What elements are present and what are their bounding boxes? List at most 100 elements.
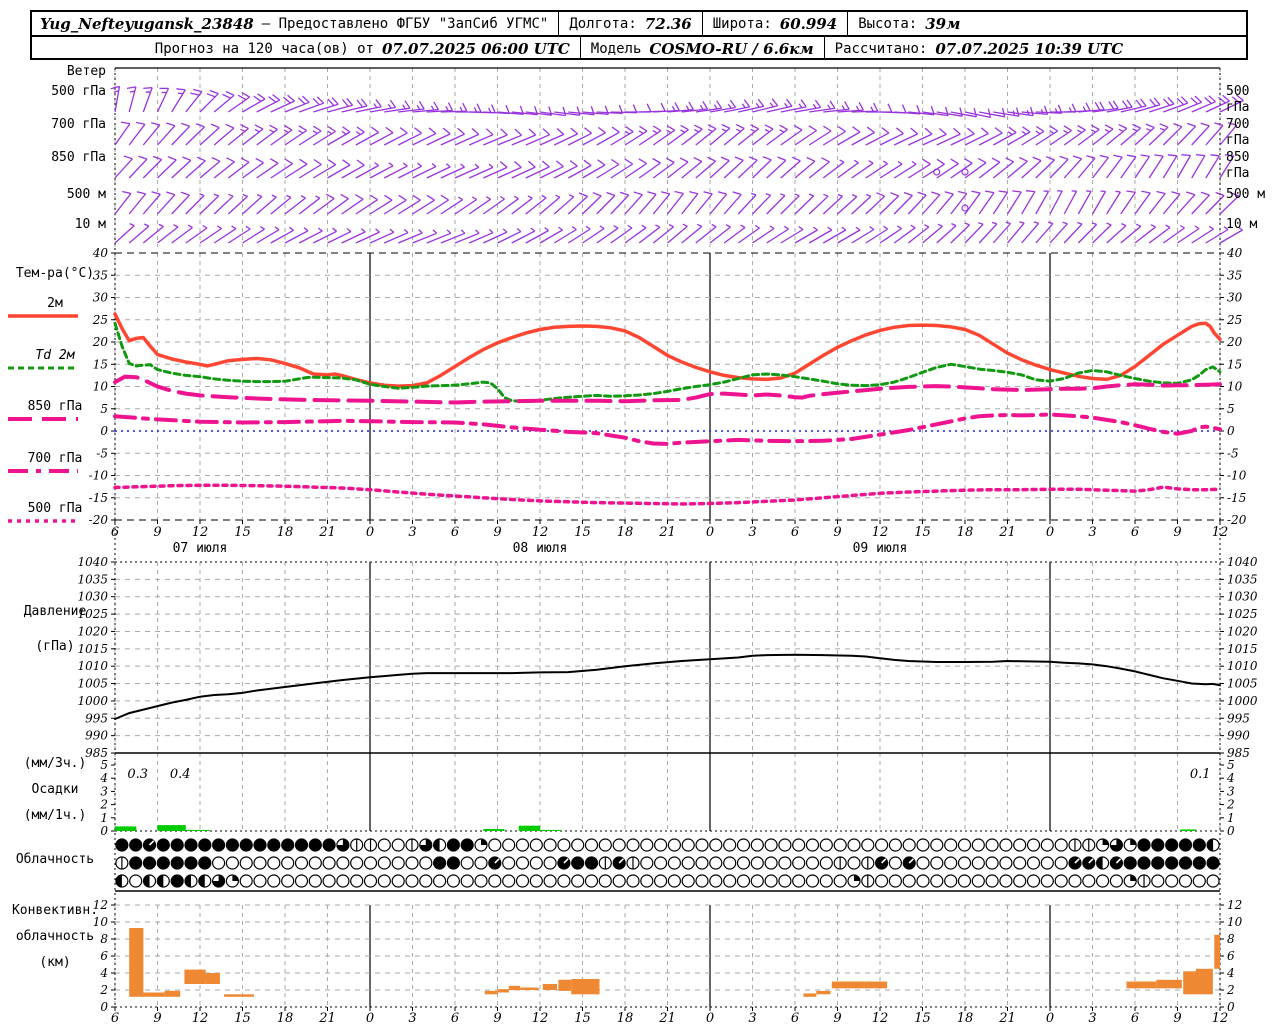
svg-text:995: 995 — [85, 711, 108, 725]
svg-text:6: 6 — [1131, 1011, 1139, 1024]
wind-panel-title: Ветер — [66, 64, 106, 79]
pressure-panel-units: (гПа) — [35, 639, 75, 654]
svg-text:3: 3 — [748, 525, 756, 540]
svg-text:18: 18 — [277, 525, 294, 540]
wind-level-label-850hpa-right: 850 гПа — [1226, 150, 1250, 181]
precip-panel-title: Осадки — [31, 782, 79, 797]
svg-text:1: 1 — [1227, 811, 1235, 825]
wind-level-label-700hpa-right: 700 гПа — [1226, 117, 1250, 148]
svg-text:0: 0 — [100, 424, 108, 438]
svg-text:1040: 1040 — [77, 555, 108, 569]
divider — [823, 37, 825, 60]
run-time-value: 07.07.2025 06:00 UTC — [381, 39, 570, 58]
altitude-value: 39м — [925, 14, 961, 33]
svg-text:40: 40 — [92, 246, 109, 260]
svg-text:2: 2 — [1226, 983, 1235, 997]
svg-text:0: 0 — [706, 1011, 714, 1024]
svg-text:21: 21 — [998, 525, 1016, 540]
svg-text:6: 6 — [1227, 949, 1235, 963]
svg-text:40: 40 — [1226, 246, 1243, 260]
svg-text:1000: 1000 — [77, 694, 108, 708]
svg-text:1005: 1005 — [1227, 677, 1258, 691]
svg-text:1030: 1030 — [1227, 590, 1258, 604]
legend-label-t850: 850 гПа — [27, 399, 83, 414]
latitude-value: 60.994 — [779, 14, 838, 33]
header-row-2: Прогноз на 120 часа(ов) от 07.07.2025 06… — [32, 37, 1246, 60]
svg-text:6: 6 — [111, 525, 119, 540]
longitude-label: Долгота: — [569, 15, 637, 32]
svg-text:1010: 1010 — [77, 659, 108, 673]
svg-text:12: 12 — [192, 1011, 209, 1024]
svg-text:8: 8 — [1227, 932, 1235, 946]
conv-panel-title-2: облачность — [15, 929, 95, 944]
svg-text:12: 12 — [1212, 525, 1229, 540]
svg-text:15: 15 — [914, 1011, 931, 1024]
altitude-label: Высота: — [858, 15, 918, 32]
svg-text:-5: -5 — [1227, 446, 1239, 460]
svg-text:-15: -15 — [1227, 491, 1246, 505]
svg-text:12: 12 — [872, 525, 889, 540]
provider-label: — Предоставлено ФГБУ "ЗапСиб УГМС" — [261, 15, 549, 32]
divider — [701, 12, 703, 35]
svg-text:990: 990 — [1227, 729, 1250, 743]
wind-level-label-500hpa-right: 500 гПа — [1226, 84, 1250, 115]
legend-label-t2m: 2м — [47, 296, 63, 311]
wind-level-label-10m: 10 м — [74, 217, 106, 232]
svg-text:20: 20 — [1226, 335, 1243, 349]
precip-units-3h: (мм/3ч.) — [23, 756, 87, 771]
calc-time-value: 07.07.2025 10:39 UTC — [935, 39, 1124, 58]
svg-text:18: 18 — [957, 1011, 974, 1024]
chart-canvas: -20 -20-15 -15-10 -10-5 -50 05 510 1015 1520 2025… — [8, 67, 1258, 1024]
svg-text:-10: -10 — [89, 469, 109, 483]
svg-text:21: 21 — [318, 525, 336, 540]
chart-graphics: -20 -20-15 -15-10 -10-5 -50 05 510 1015 1520 2025… — [8, 67, 1258, 1024]
svg-text:0.1: 0.1 — [1190, 767, 1211, 782]
svg-text:9: 9 — [493, 525, 501, 540]
meteogram: -20 -20 -15 -15 -10 -10 -5 -5 0 0 5 5 10 10 15 15 20 20 25… — [0, 0, 1280, 1024]
calc-label: Рассчитано: — [834, 40, 928, 57]
svg-text:3: 3 — [1227, 784, 1235, 798]
svg-text:0: 0 — [1227, 424, 1235, 438]
svg-text:-20: -20 — [1227, 513, 1247, 527]
svg-text:1040: 1040 — [1227, 555, 1258, 569]
svg-text:6: 6 — [451, 525, 459, 540]
wind-level-label-10m-right: 10 м — [1226, 217, 1258, 232]
svg-text:2: 2 — [99, 983, 108, 997]
station-name: Yug_Nefteyugansk_23848 — [40, 14, 254, 33]
svg-text:15: 15 — [1227, 357, 1242, 371]
svg-text:21: 21 — [658, 1011, 676, 1024]
svg-text:10: 10 — [1227, 915, 1243, 929]
svg-text:10: 10 — [93, 380, 109, 394]
svg-text:0: 0 — [1046, 525, 1054, 540]
svg-text:15: 15 — [234, 525, 251, 540]
svg-text:15: 15 — [914, 525, 931, 540]
wind-level-label-500m-right: 500 м — [1226, 187, 1266, 202]
svg-text:4: 4 — [1226, 771, 1235, 785]
svg-text:09 июля: 09 июля — [853, 541, 908, 556]
svg-text:15: 15 — [574, 1011, 591, 1024]
svg-text:2: 2 — [1226, 798, 1235, 812]
svg-text:1035: 1035 — [1227, 572, 1258, 586]
forecast-label: Прогноз на 120 часа(ов) от — [154, 40, 374, 57]
cloud-panel-title: Облачность — [15, 852, 95, 867]
svg-text:1015: 1015 — [1227, 642, 1258, 656]
svg-text:3: 3 — [408, 1011, 416, 1024]
svg-text:9: 9 — [153, 525, 161, 540]
longitude-value: 72.36 — [644, 14, 692, 33]
svg-text:1020: 1020 — [1227, 624, 1258, 638]
svg-text:5: 5 — [1227, 758, 1235, 772]
conv-panel-title-3: (км) — [39, 955, 71, 970]
svg-text:9: 9 — [833, 525, 841, 540]
svg-text:3: 3 — [408, 525, 416, 540]
wind-level-label-850hpa: 850 гПа — [51, 150, 106, 165]
svg-text:18: 18 — [617, 1011, 634, 1024]
pressure-panel-title: Давление — [23, 604, 87, 619]
model-value: COSMO-RU / 6.6км — [649, 39, 814, 58]
header-box: Yug_Nefteyugansk_23848 — Предоставлено Ф… — [30, 10, 1248, 60]
conv-panel-title-1: Конвективн. — [11, 903, 99, 918]
wind-level-label-500m: 500 м — [66, 187, 106, 202]
svg-text:08 июля: 08 июля — [513, 541, 568, 556]
header-row-1: Yug_Nefteyugansk_23848 — Предоставлено Ф… — [32, 12, 1246, 37]
svg-text:6: 6 — [1131, 525, 1139, 540]
svg-text:30: 30 — [1227, 291, 1243, 305]
